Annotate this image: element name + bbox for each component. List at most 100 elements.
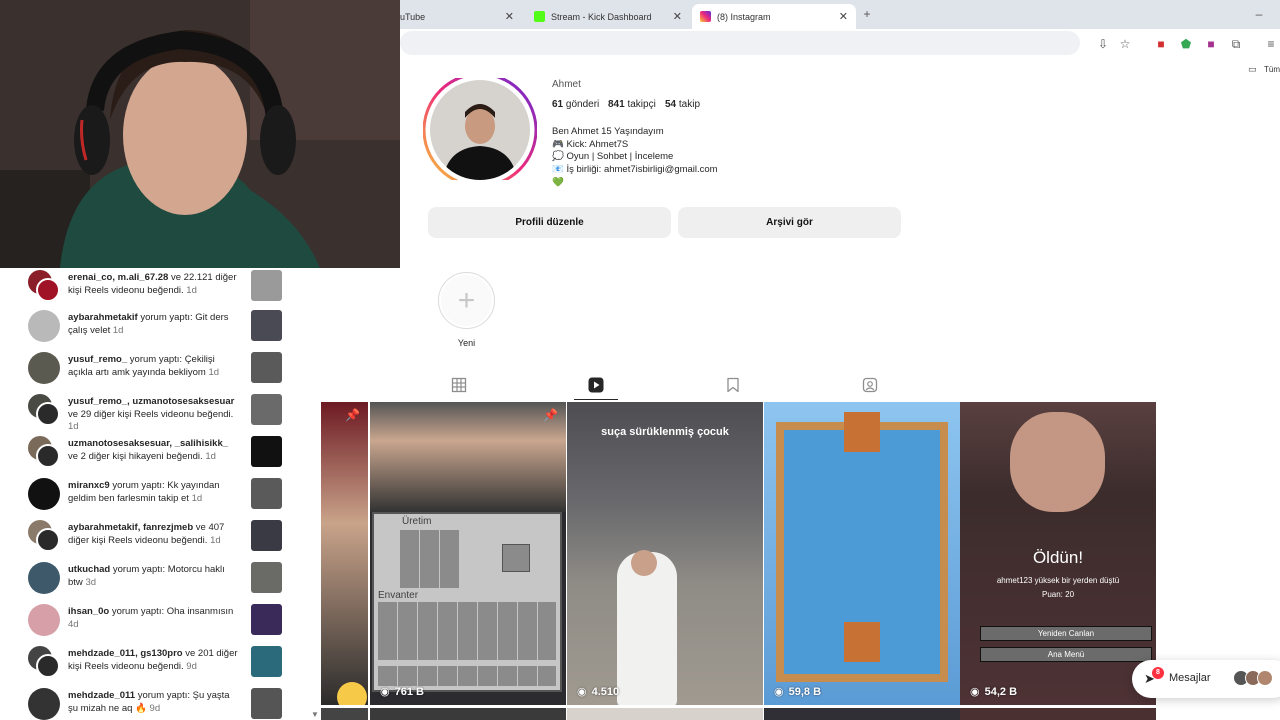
- reel-tile[interactable]: 📌: [321, 402, 368, 705]
- notification-time: 1d: [205, 450, 216, 462]
- following-stat[interactable]: 54 takip: [665, 99, 700, 110]
- puzzle-icon[interactable]: ⧉: [1229, 37, 1243, 51]
- view-archive-button[interactable]: Arşivi gör: [678, 207, 901, 238]
- new-tab-button[interactable]: +: [860, 7, 874, 21]
- avatar[interactable]: [28, 352, 60, 384]
- notification-users[interactable]: aybarahmetakif: [68, 312, 138, 323]
- avatar[interactable]: [28, 688, 60, 720]
- notification-message: ve 29 diğer kişi Reels videonu beğendi.: [68, 408, 234, 420]
- notification-text: uzmanotosesaksesuar, _salihisikk_ ve 2 d…: [68, 438, 240, 463]
- tab-title: (8) Instagram: [717, 11, 771, 22]
- avatar[interactable]: [36, 528, 60, 552]
- bookmarks-folder-label[interactable]: Tüm: [1264, 65, 1280, 74]
- install-icon[interactable]: ⇩: [1096, 37, 1110, 51]
- notification-item[interactable]: mehdzade_011, gs130pro ve 201 diğer kişi…: [28, 646, 283, 682]
- following-count: 54: [665, 99, 677, 110]
- tab-youtube[interactable]: uTube ✕: [392, 4, 522, 29]
- shield-extension-icon[interactable]: ⬟: [1179, 37, 1193, 51]
- reel-tile[interactable]: ◉ 59,8 B: [764, 402, 960, 705]
- reel-tile[interactable]: [321, 708, 368, 720]
- post-thumbnail[interactable]: [251, 604, 282, 635]
- notification-item[interactable]: aybarahmetakif, fanrezjmeb ve 407 diğer …: [28, 520, 283, 556]
- notification-users[interactable]: mehdzade_011: [68, 690, 135, 701]
- screen: uTube ✕ Stream - Kick Dashboard ✕ (8) In…: [0, 0, 1280, 720]
- reel-tile[interactable]: [370, 708, 566, 720]
- post-thumbnail[interactable]: [251, 562, 282, 593]
- post-thumbnail[interactable]: [251, 520, 282, 551]
- bio-line: Ben Ahmet 15 Yaşındayım: [552, 126, 664, 137]
- eye-icon: ◉: [380, 686, 390, 698]
- avatar[interactable]: [28, 478, 60, 510]
- notifications-panel: erenai_co, m.ali_67.28 ve 22.121 diğer k…: [0, 268, 320, 720]
- notification-users[interactable]: ihsan_0o: [68, 606, 109, 617]
- notification-item[interactable]: erenai_co, m.ali_67.28 ve 22.121 diğer k…: [28, 270, 283, 306]
- followers-stat[interactable]: 841 takipçi: [608, 99, 656, 110]
- avatar[interactable]: [36, 278, 60, 302]
- tagged-icon[interactable]: [862, 377, 878, 393]
- notification-text: ihsan_0o yorum yaptı: Oha insanmısın 4d: [68, 606, 240, 631]
- minimize-button[interactable]: –: [1252, 7, 1266, 21]
- post-thumbnail[interactable]: [251, 646, 282, 677]
- notification-users[interactable]: utkuchad: [68, 564, 110, 575]
- extension-icon[interactable]: ■: [1204, 37, 1218, 51]
- notification-message: yorum yaptı: Oha insanmısın: [109, 606, 234, 617]
- new-highlight-button[interactable]: +: [438, 272, 495, 329]
- notification-text: mehdzade_011 yorum yaptı: Şu yaşta şu mi…: [68, 690, 240, 715]
- view-count: ◉ 761 B: [380, 685, 424, 699]
- notification-item[interactable]: utkuchad yorum yaptı: Motorcu haklı btw …: [28, 562, 283, 598]
- notification-item[interactable]: miranxc9 yorum yaptı: Kk yayından geldim…: [28, 478, 283, 514]
- chevron-down-icon[interactable]: ▼: [311, 710, 319, 719]
- view-count: ◉ 59,8 B: [774, 685, 821, 699]
- notification-users[interactable]: mehdzade_011, gs130pro: [68, 648, 183, 659]
- reel-tile[interactable]: suça sürüklenmiş çocuk ◉ 4.510: [567, 402, 763, 705]
- bio-line: 🎮 Kick: Ahmet7S: [552, 139, 629, 150]
- reel-tile[interactable]: Öldün! ahmet123 yüksek bir yerden düştü …: [960, 402, 1156, 705]
- post-thumbnail[interactable]: [251, 478, 282, 509]
- reels-icon[interactable]: [588, 377, 604, 393]
- notification-item[interactable]: aybarahmetakif yorum yaptı: Git ders çal…: [28, 310, 283, 346]
- close-icon[interactable]: ✕: [839, 10, 848, 23]
- notification-users[interactable]: uzmanotosesaksesuar, _salihisikk_: [68, 438, 228, 449]
- post-thumbnail[interactable]: [251, 352, 282, 383]
- address-bar[interactable]: [400, 31, 1080, 55]
- saved-icon[interactable]: [725, 377, 741, 393]
- grid-icon[interactable]: [451, 377, 467, 393]
- avatar[interactable]: [36, 654, 60, 678]
- reel-tile[interactable]: [960, 708, 1156, 720]
- notification-item[interactable]: yusuf_remo_, uzmanotosesaksesuar ve 29 d…: [28, 394, 283, 432]
- edit-profile-button[interactable]: Profili düzenle: [428, 207, 671, 238]
- post-thumbnail[interactable]: [251, 436, 282, 467]
- notification-item[interactable]: yusuf_remo_ yorum yaptı: Çekilişi açıkla…: [28, 352, 283, 388]
- post-thumbnail[interactable]: [251, 310, 282, 341]
- reel-tile[interactable]: [764, 708, 960, 720]
- star-icon[interactable]: ☆: [1118, 37, 1132, 51]
- crafting-label: Üretim: [402, 516, 432, 527]
- avatar[interactable]: [36, 402, 60, 426]
- avatar[interactable]: [28, 604, 60, 636]
- post-thumbnail[interactable]: [251, 394, 282, 425]
- notification-users[interactable]: yusuf_remo_, uzmanotosesaksesuar: [68, 396, 234, 407]
- reel-tile[interactable]: [567, 708, 763, 720]
- avatar[interactable]: [28, 562, 60, 594]
- pdf-extension-icon[interactable]: ■: [1154, 37, 1168, 51]
- tab-kick[interactable]: Stream - Kick Dashboard ✕: [526, 4, 690, 29]
- messages-button[interactable]: ➤ 8 Mesajlar: [1132, 660, 1280, 698]
- notification-users[interactable]: yusuf_remo_: [68, 354, 127, 365]
- notification-users[interactable]: miranxc9: [68, 480, 110, 491]
- notification-item[interactable]: uzmanotosesaksesuar, _salihisikk_ ve 2 d…: [28, 436, 283, 472]
- post-thumbnail[interactable]: [251, 270, 282, 301]
- post-thumbnail[interactable]: [251, 688, 282, 719]
- notification-item[interactable]: ihsan_0o yorum yaptı: Oha insanmısın 4d: [28, 604, 283, 640]
- close-icon[interactable]: ✕: [505, 10, 514, 23]
- avatar[interactable]: [36, 444, 60, 468]
- tab-instagram[interactable]: (8) Instagram ✕: [692, 4, 856, 29]
- reel-tile[interactable]: Üretim Envanter 📌 ◉ 761 B: [370, 402, 566, 705]
- notification-users[interactable]: aybarahmetakif, fanrezjmeb: [68, 522, 193, 533]
- notification-item[interactable]: mehdzade_011 yorum yaptı: Şu yaşta şu mi…: [28, 688, 283, 720]
- notification-time: 1d: [112, 324, 124, 336]
- profile-picture[interactable]: [422, 72, 538, 188]
- close-icon[interactable]: ✕: [673, 10, 682, 23]
- avatar[interactable]: [28, 310, 60, 342]
- menu-icon[interactable]: ≡: [1264, 37, 1278, 51]
- notification-users[interactable]: erenai_co, m.ali_67.28: [68, 272, 168, 283]
